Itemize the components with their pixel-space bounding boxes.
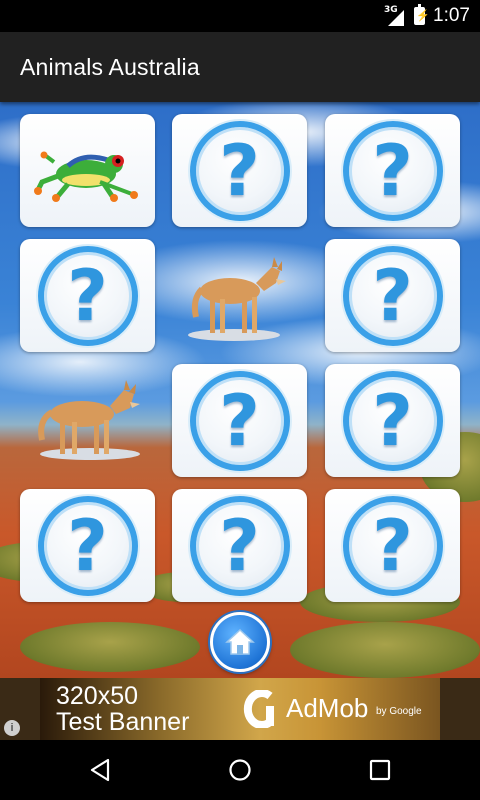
- question-mark-icon: ?: [342, 245, 443, 346]
- card-tile-2[interactable]: ?: [172, 114, 307, 227]
- signal-icon: 3G: [384, 5, 406, 26]
- card-tile-10[interactable]: ?: [20, 489, 155, 602]
- recents-button[interactable]: [340, 740, 420, 800]
- status-bar: 3G ⚡ 1:07: [0, 0, 480, 32]
- back-button[interactable]: [60, 740, 140, 800]
- ad-banner[interactable]: 320x50 Test Banner AdMob by Google: [40, 678, 440, 740]
- battery-icon: ⚡: [414, 4, 430, 25]
- bush-decoration: [290, 622, 480, 678]
- question-mark-icon: ?: [37, 495, 138, 596]
- back-icon: [90, 758, 110, 782]
- card-tile-12[interactable]: ?: [325, 489, 460, 602]
- action-bar: Animals Australia: [0, 32, 480, 102]
- ad-info-icon[interactable]: i: [4, 720, 20, 736]
- dingo-image: [38, 380, 140, 460]
- dingo-image: [188, 257, 286, 341]
- card-tile-4[interactable]: ?: [20, 239, 155, 352]
- question-mark-icon: ?: [37, 245, 138, 346]
- card-tile-3[interactable]: ?: [325, 114, 460, 227]
- admob-logo-icon: [243, 690, 274, 728]
- question-mark-icon: ?: [189, 495, 290, 596]
- question-mark-icon: ?: [189, 120, 290, 221]
- clock: 1:07: [433, 5, 470, 26]
- navigation-bar: [0, 740, 480, 800]
- home-nav-button[interactable]: [200, 740, 280, 800]
- home-icon: [225, 628, 255, 655]
- question-mark-icon: ?: [342, 495, 443, 596]
- question-mark-icon: ?: [189, 370, 290, 471]
- ad-area: i 320x50 Test Banner AdMob by Google: [0, 678, 480, 740]
- home-circle-icon: [229, 759, 251, 781]
- recents-icon: [369, 759, 391, 781]
- app-title: Animals Australia: [20, 54, 200, 80]
- card-tile-6[interactable]: ?: [325, 239, 460, 352]
- card-tile-11[interactable]: ?: [172, 489, 307, 602]
- ad-size-label: 320x50: [56, 682, 139, 710]
- card-tile-8[interactable]: ?: [172, 364, 307, 477]
- card-tile-9[interactable]: ?: [325, 364, 460, 477]
- admob-brand: AdMob: [286, 693, 369, 723]
- card-tile-5[interactable]: [172, 239, 307, 352]
- home-button[interactable]: [210, 612, 270, 672]
- game-board: ? ? ? ? ? ? ? ? ?: [0, 102, 480, 678]
- bush-decoration: [20, 622, 200, 672]
- card-tile-1[interactable]: [20, 114, 155, 227]
- question-mark-icon: ?: [342, 120, 443, 221]
- question-mark-icon: ?: [342, 370, 443, 471]
- ad-test-label: Test Banner: [56, 708, 190, 736]
- ad-text: 320x50 Test Banner: [56, 683, 189, 735]
- status-icons: 3G ⚡ 1:07: [384, 0, 470, 32]
- admob-byline: by Google: [376, 706, 422, 717]
- card-tile-7[interactable]: [20, 364, 155, 477]
- tree-frog-image: [33, 151, 138, 202]
